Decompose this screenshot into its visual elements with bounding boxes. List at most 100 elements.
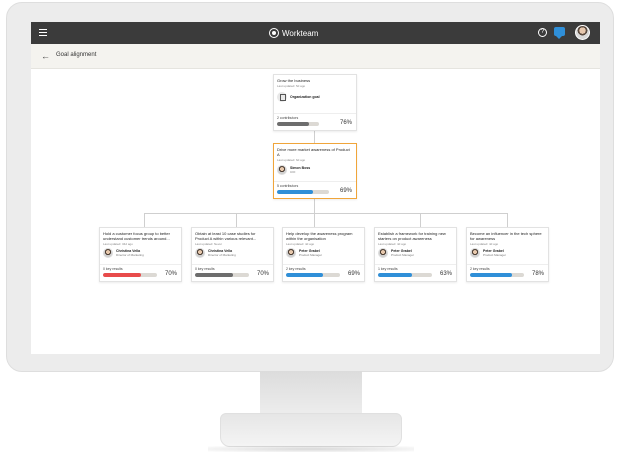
progress-percent: 63%	[439, 271, 452, 277]
goal-updated: Last updated: 6d ago	[277, 158, 306, 162]
progress-fill	[378, 273, 413, 277]
goal-updated: Last updated: 4d ago	[378, 242, 407, 246]
goal-title: Hold a customer focus group to better un…	[103, 231, 170, 241]
user-avatar[interactable]	[575, 25, 590, 40]
avatar	[470, 248, 480, 258]
progress-fill	[286, 273, 324, 277]
progress-percent: 70%	[164, 271, 177, 277]
goal-updated: Last updated: Never	[195, 242, 223, 246]
goal-owner: Simon Boss CIO	[277, 165, 310, 175]
goal-title: Obtain at least 10 case studies for Prod…	[195, 231, 257, 241]
goal-card-selected[interactable]: Drive more market awareness of Product A…	[273, 143, 357, 199]
goal-footer: 1 key results 63%	[375, 264, 456, 281]
connector-child-4	[420, 213, 421, 227]
progress-bar	[470, 273, 524, 277]
connector-mid-down	[314, 199, 315, 213]
monitor-neck	[260, 371, 362, 417]
goal-footer: 0 key results 70%	[100, 264, 181, 281]
brand: Workteam	[269, 26, 318, 40]
progress-percent: 76%	[339, 120, 352, 126]
app-screen: Workteam ? ← Goal alignment Grow the bus…	[31, 22, 600, 354]
goal-card-child[interactable]: Help develop the awareness program withi…	[282, 227, 365, 282]
goal-card-child[interactable]: Obtain at least 10 case studies for Prod…	[191, 227, 274, 282]
goal-card-root[interactable]: Grow the business Last updated: 5d ago O…	[273, 74, 357, 131]
goal-card-child[interactable]: Hold a customer focus group to better un…	[99, 227, 182, 282]
progress-bar	[286, 273, 340, 277]
sub-header: ← Goal alignment	[31, 44, 600, 69]
owner-role: Product Manager	[299, 253, 323, 257]
hamburger-menu-icon[interactable]	[39, 29, 47, 36]
connector-child-2	[236, 213, 237, 227]
goal-updated: Last updated: 4d ago	[470, 242, 499, 246]
connector-horizontal	[144, 213, 507, 214]
connector-child-3	[314, 213, 315, 227]
goal-updated: Last updated: 34d ago	[103, 242, 133, 246]
key-results-label: 0 key results	[195, 267, 215, 271]
goal-updated: Last updated: 5d ago	[277, 84, 306, 88]
progress-fill	[195, 273, 233, 277]
contributors-label: 5 contributors	[277, 184, 299, 188]
monitor-stand	[220, 413, 402, 447]
progress-bar	[277, 190, 329, 194]
contributors-label: 2 contributors	[277, 116, 299, 120]
owner-name: Organization goal	[290, 95, 320, 99]
key-results-label: 1 key results	[378, 267, 398, 271]
brand-name: Workteam	[282, 28, 319, 38]
goal-title: Drive more market awareness of Product A	[277, 147, 350, 157]
connector-root-mid	[314, 131, 315, 143]
key-results-label: 2 key results	[286, 267, 306, 271]
goal-owner: Peter Grabel Product Manager	[378, 248, 414, 258]
owner-role: Director of Marketing	[116, 253, 144, 257]
goal-footer: 2 key results 78%	[467, 264, 548, 281]
avatar	[378, 248, 388, 258]
goal-title: Become an influencer in the tech sphere …	[470, 231, 542, 241]
progress-bar	[195, 273, 249, 277]
avatar	[286, 248, 296, 258]
goal-card-child[interactable]: Become an influencer in the tech sphere …	[466, 227, 549, 282]
progress-percent: 69%	[347, 271, 360, 277]
connector-child-5	[507, 213, 508, 227]
key-results-label: 0 key results	[103, 267, 123, 271]
progress-bar	[378, 273, 432, 277]
goal-owner: Christina Vella Director of Marketing	[195, 248, 236, 258]
progress-fill	[277, 190, 313, 194]
connector-child-1	[144, 213, 145, 227]
help-icon[interactable]: ?	[538, 28, 547, 37]
workteam-logo-icon	[269, 28, 279, 38]
avatar	[195, 248, 205, 258]
owner-role: CIO	[290, 170, 296, 174]
avatar	[277, 165, 287, 175]
progress-fill	[470, 273, 513, 277]
organization-icon	[277, 92, 287, 102]
chat-icon[interactable]	[554, 27, 565, 39]
goal-footer: 5 contributors 69%	[274, 181, 356, 198]
key-results-label: 2 key results	[470, 267, 490, 271]
goal-updated: Last updated: 4d ago	[286, 242, 315, 246]
progress-bar	[103, 273, 157, 277]
progress-percent: 70%	[256, 271, 269, 277]
monitor-frame: Workteam ? ← Goal alignment Grow the bus…	[6, 2, 614, 372]
goal-title: Grow the business	[277, 78, 311, 83]
owner-role: Director of Marketing	[208, 253, 236, 257]
page-title: Goal alignment	[56, 52, 97, 58]
progress-percent: 69%	[339, 188, 352, 194]
owner-role: Product Manager	[391, 253, 415, 257]
owner-role: Product Manager	[483, 253, 507, 257]
goal-footer: 0 key results 70%	[192, 264, 273, 281]
progress-bar	[277, 122, 319, 126]
goal-owner: Peter Grabel Product Manager	[286, 248, 322, 258]
back-arrow-icon[interactable]: ←	[41, 52, 50, 61]
progress-fill	[103, 273, 141, 277]
goal-owner: Christina Vella Director of Marketing	[103, 248, 144, 258]
goal-owner: Organization goal	[277, 92, 320, 102]
stand-shadow	[208, 446, 414, 452]
goal-owner: Peter Grabel Product Manager	[470, 248, 506, 258]
goal-title: Establish a framework for training new s…	[378, 231, 446, 241]
progress-fill	[277, 122, 309, 126]
avatar	[103, 248, 113, 258]
goal-footer: 2 key results 69%	[283, 264, 364, 281]
goal-card-child[interactable]: Establish a framework for training new s…	[374, 227, 457, 282]
top-bar: Workteam ?	[31, 22, 600, 44]
goal-footer: 2 contributors 76%	[274, 113, 356, 130]
progress-percent: 78%	[531, 271, 544, 277]
